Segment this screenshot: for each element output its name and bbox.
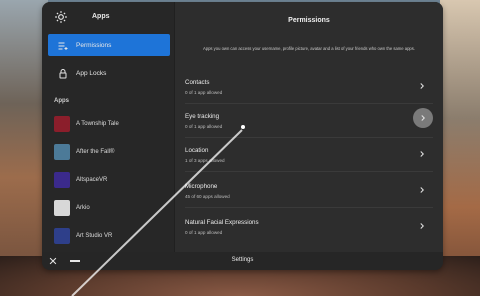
permission-row-eye-tracking[interactable]: Eye tracking 0 of 1 app allowed [185,104,433,138]
app-thumbnail [54,172,70,188]
app-label: A Township Tale [76,121,119,127]
chevron-right-icon [421,115,425,121]
permission-subtitle: 0 of 1 app allowed [185,124,223,129]
app-label: Arkio [76,205,90,211]
app-thumbnail [54,200,70,216]
permission-name: Contacts [185,79,210,86]
permissions-panel: Permissions Apps you own can access your… [175,2,443,252]
permission-name: Eye tracking [185,113,220,120]
app-label: Art Studio VR [76,233,113,239]
lock-icon [59,69,67,79]
page-title: Permissions [288,17,330,24]
apps-section-label: Apps [54,98,69,104]
app-item[interactable]: Arkio [48,198,170,220]
permissions-list-icon [58,42,68,50]
permission-name: Microphone [185,183,218,190]
chevron-button[interactable] [413,108,433,128]
permission-subtitle: 1 of 3 apps allowed [185,158,225,163]
vr-environment-right [440,0,480,296]
permission-row-natural-facial-expressions[interactable]: Natural Facial Expressions 0 of 1 app al… [185,210,433,244]
gear-icon[interactable] [54,10,68,24]
permission-subtitle: 0 of 1 app allowed [185,90,223,95]
permission-row-location[interactable]: Location 1 of 3 apps allowed [185,138,433,172]
settings-window: Apps Permissions App Locks Apps A Townsh… [42,2,443,270]
permission-name: Location [185,147,209,154]
app-label: After the Fall® [76,149,115,155]
chevron-right-icon [420,187,424,193]
permission-row-microphone[interactable]: Microphone 45 of 60 apps allowed [185,174,433,208]
permissions-description: Apps you own can access your username, p… [202,46,416,51]
sidebar-item-app-locks[interactable]: App Locks [48,62,170,84]
app-item[interactable]: A Township Tale [48,114,170,136]
window-bottom-bar: Settings [42,252,443,270]
app-thumbnail [54,228,70,244]
vr-environment-left [0,0,48,296]
window-title: Settings [231,257,254,263]
app-item[interactable]: After the Fall® [48,142,170,164]
row-separator [185,171,433,172]
sidebar-item-permissions[interactable]: Permissions [48,34,170,56]
sidebar-title: Apps [92,13,110,20]
sidebar-header: Apps [42,2,174,30]
sidebar: Apps Permissions App Locks Apps A Townsh… [42,2,174,252]
chevron-right-icon [420,151,424,157]
sidebar-item-label: Permissions [76,42,112,49]
chevron-right-icon [420,83,424,89]
app-item[interactable]: Art Studio VR [48,226,170,248]
app-thumbnail [54,116,70,132]
sidebar-item-label: App Locks [76,70,107,77]
permission-name: Natural Facial Expressions [185,219,259,226]
permission-subtitle: 45 of 60 apps allowed [185,194,230,199]
app-thumbnail [54,144,70,160]
permission-row-contacts[interactable]: Contacts 0 of 1 app allowed [185,70,433,104]
row-separator [185,207,433,208]
app-label: AltspaceVR [76,177,108,183]
app-item[interactable]: AltspaceVR [48,170,170,192]
permission-subtitle: 0 of 1 app allowed [185,230,223,235]
chevron-right-icon [420,223,424,229]
